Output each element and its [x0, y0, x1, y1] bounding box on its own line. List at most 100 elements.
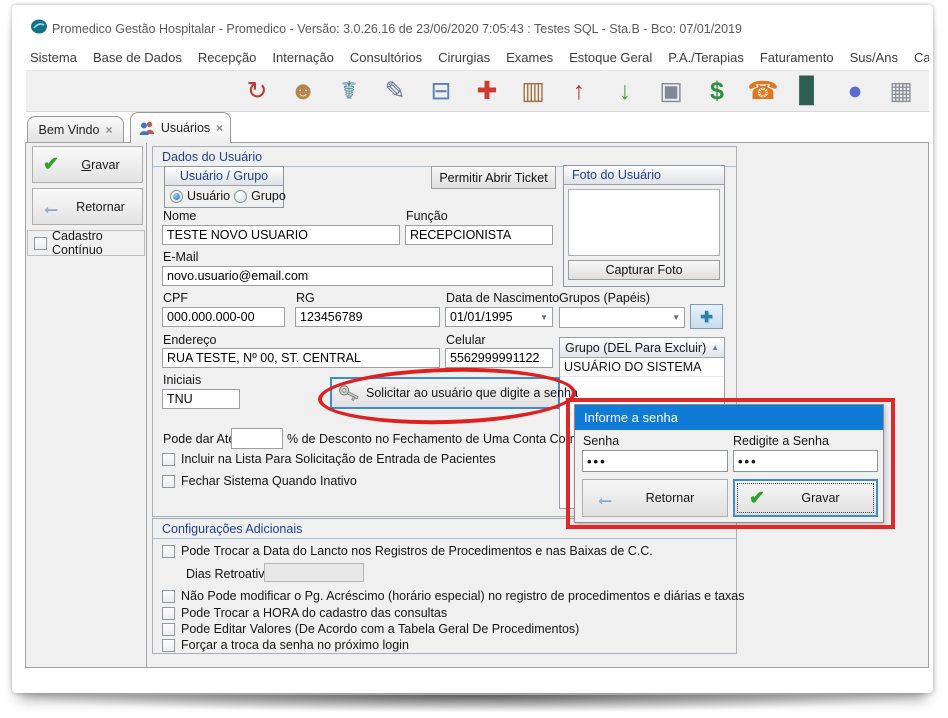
funcao-label: Função: [406, 209, 448, 223]
nome-label: Nome: [163, 209, 196, 223]
endereco-label: Endereço: [163, 333, 217, 347]
permitir-abrir-ticket-button[interactable]: Permitir Abrir Ticket: [431, 166, 556, 189]
menu-item-internacao[interactable]: Internação: [272, 50, 333, 68]
gravar-button[interactable]: ✔ Gravar: [32, 146, 143, 183]
grupos-grid-header-label: Grupo (DEL Para Excluir): [565, 341, 706, 355]
trocar-hora-row: Pode Trocar a HORA do cadastro das consu…: [162, 606, 447, 620]
arrow-left-icon: ←: [33, 195, 69, 219]
hospital-bed-icon[interactable]: ⊟: [425, 75, 457, 107]
editar-valores-checkbox[interactable]: [162, 623, 175, 636]
email-label: E-Mail: [163, 250, 198, 264]
menu-item-estoque-geral[interactable]: Estoque Geral: [569, 50, 652, 68]
menu-item-consultorios[interactable]: Consultórios: [350, 50, 422, 68]
add-group-button[interactable]: ✚: [690, 304, 723, 329]
menu-item-sistema[interactable]: Sistema: [30, 50, 77, 68]
cpf-label: CPF: [163, 291, 188, 305]
incluir-lista-row: Incluir na Lista Para Solicitação de Ent…: [162, 452, 496, 466]
trocar-hora-checkbox[interactable]: [162, 607, 175, 620]
desconto-input[interactable]: [231, 428, 283, 449]
cash-register-icon[interactable]: $: [701, 75, 733, 107]
data-lancto-label: Pode Trocar a Data do Lancto nos Registr…: [181, 544, 653, 558]
stock-in-icon[interactable]: ↑: [563, 75, 595, 107]
phone-book-icon[interactable]: ☎: [747, 75, 779, 107]
grupos-combo[interactable]: ▼: [559, 307, 685, 328]
editar-valores-row: Pode Editar Valores (De Acordo com a Tab…: [162, 622, 579, 636]
nome-input[interactable]: TESTE NOVO USUARIO: [162, 225, 400, 245]
app-icon: [30, 19, 48, 34]
annotation-red-rect: [566, 398, 895, 529]
menu-item-base-de-dados[interactable]: Base de Dados: [93, 50, 182, 68]
dropdown-icon[interactable]: ▼: [672, 313, 680, 322]
prescription-icon[interactable]: ✎: [379, 75, 411, 107]
fechar-sistema-label: Fechar Sistema Quando Inativo: [181, 474, 357, 488]
fechar-sistema-checkbox[interactable]: [162, 475, 175, 488]
grid-row-usuario-do-sistema[interactable]: USUÁRIO DO SISTEMA: [560, 358, 724, 377]
menu-item-faturamento[interactable]: Faturamento: [760, 50, 834, 68]
safe-icon[interactable]: ▣: [655, 75, 687, 107]
cpf-input[interactable]: 000.000.000-00: [162, 307, 285, 327]
editar-valores-label: Pode Editar Valores (De Acordo com a Tab…: [181, 622, 579, 636]
menu-item-sus-ans[interactable]: Sus/Ans: [850, 50, 898, 68]
users-icon: [138, 121, 155, 136]
data-lancto-checkbox[interactable]: [162, 545, 175, 558]
chat-icon[interactable]: ●: [839, 75, 871, 107]
sort-asc-icon: ▲: [711, 343, 719, 352]
troca-senha-row: Forçar a troca da senha no próximo login: [162, 638, 409, 652]
capturar-foto-button[interactable]: Capturar Foto: [568, 260, 720, 280]
supplies-box-icon[interactable]: ▥: [517, 75, 549, 107]
celular-input[interactable]: 5562999991122: [445, 348, 553, 368]
tab-usuarios[interactable]: Usuários ×: [130, 112, 231, 143]
rg-label: RG: [296, 291, 315, 305]
iniciais-input[interactable]: TNU: [162, 389, 240, 409]
menu-item-cirurgias[interactable]: Cirurgias: [438, 50, 490, 68]
tab-usuarios-close-icon[interactable]: ×: [216, 121, 223, 135]
stock-out-icon[interactable]: ↓: [609, 75, 641, 107]
menu-item-recepcao[interactable]: Recepção: [198, 50, 257, 68]
tab-usuarios-label: Usuários: [161, 121, 210, 135]
retornar-button-label: Retornar: [69, 200, 132, 214]
pode-dar-ate-label: Pode dar Até:: [163, 432, 239, 446]
window-title: Promedico Gestão Hospitalar - Promedico …: [52, 22, 922, 36]
funcao-input[interactable]: RECEPCIONISTA: [405, 225, 553, 245]
dropdown-icon[interactable]: ▼: [540, 313, 548, 322]
foto-do-usuario-group: Foto do Usuário Capturar Foto: [563, 165, 725, 287]
pg-acrescimo-checkbox[interactable]: [162, 590, 175, 603]
menu-item-caixa[interactable]: Caixa: [914, 50, 929, 68]
pg-acrescimo-row: Não Pode modificar o Pg. Acréscimo (horá…: [162, 589, 744, 603]
patients-icon[interactable]: ☻: [287, 75, 319, 107]
data-nascimento-combo[interactable]: 01/01/1995 ▼: [445, 307, 553, 327]
menu-item-pa-terapias[interactable]: P.A./Terapias: [668, 50, 744, 68]
grupos-papeis-label: Grupos (Papéis): [559, 291, 650, 305]
report-icon[interactable]: ▦: [885, 75, 917, 107]
dados-do-usuario-title: Dados do Usuário: [153, 147, 736, 167]
tab-bem-vindo[interactable]: Bem Vindo ×: [27, 116, 124, 142]
tab-bem-vindo-close-icon[interactable]: ×: [105, 123, 112, 137]
sync-users-icon[interactable]: ↻: [241, 75, 273, 107]
desconto-suffix-label: % de Desconto no Fechamento de Uma Conta…: [287, 432, 598, 446]
radio-usuario[interactable]: [170, 190, 183, 203]
menu-item-exames[interactable]: Exames: [506, 50, 553, 68]
radio-grupo[interactable]: [234, 190, 247, 203]
menu-bar: Sistema Base de Dados Recepção Internaçã…: [30, 50, 929, 68]
radio-grupo-label: Grupo: [251, 189, 286, 203]
grupos-grid-header[interactable]: Grupo (DEL Para Excluir) ▲: [560, 338, 724, 358]
fechar-sistema-row: Fechar Sistema Quando Inativo: [162, 474, 357, 488]
data-nascimento-label: Data de Nascimento: [446, 291, 559, 305]
radio-usuario-label: Usuário: [187, 189, 230, 203]
trocar-hora-label: Pode Trocar a HORA do cadastro das consu…: [181, 606, 447, 620]
dias-retroativos-input[interactable]: [264, 563, 364, 582]
ledger-book-icon[interactable]: ▊: [793, 75, 825, 107]
ambulance-icon[interactable]: ✚: [471, 75, 503, 107]
retornar-button[interactable]: ← Retornar: [32, 188, 143, 225]
usuario-grupo-group: Usuário / Grupo Usuário Grupo: [164, 166, 284, 208]
incluir-lista-checkbox[interactable]: [162, 453, 175, 466]
celular-label: Celular: [446, 333, 486, 347]
troca-senha-checkbox[interactable]: [162, 639, 175, 652]
endereco-input[interactable]: RUA TESTE, Nº 00, ST. CENTRAL: [162, 348, 440, 368]
cadastro-continuo-panel[interactable]: Cadastro Contínuo: [27, 230, 145, 256]
email-input[interactable]: novo.usuario@email.com: [162, 266, 553, 286]
doctor-icon[interactable]: ☤: [333, 75, 365, 107]
rg-input[interactable]: 123456789: [295, 307, 440, 327]
cadastro-continuo-checkbox[interactable]: [34, 237, 47, 250]
troca-senha-label: Forçar a troca da senha no próximo login: [181, 638, 409, 652]
